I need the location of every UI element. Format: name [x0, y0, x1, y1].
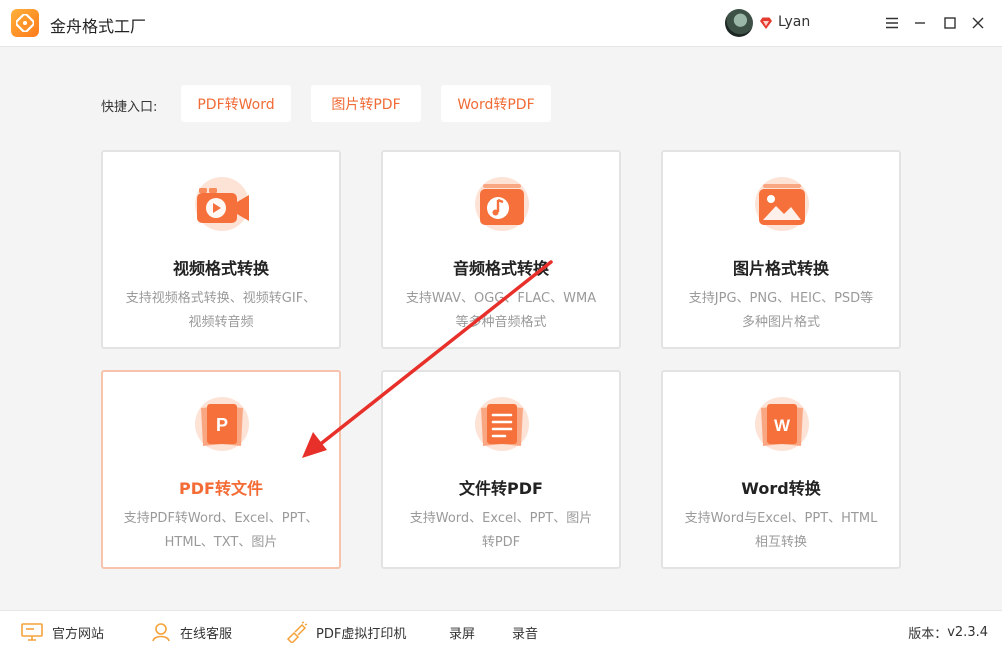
card-word-convert[interactable]: W Word转换 支持Word与Excel、PPT、HTML 相互转换 — [661, 370, 901, 569]
footer-bar: 官方网站 在线客服 PDF虚拟打印机 录屏 录音 版本： v2.3.4 — [0, 610, 1002, 652]
audio-record-link[interactable]: 录音 — [512, 611, 538, 652]
quick-entry-label: 快捷入口: — [101, 100, 158, 115]
card-pdf-to-file[interactable]: P PDF转文件 支持PDF转Word、Excel、PPT、 HTML、TXT、图… — [101, 370, 341, 569]
document-icon — [475, 397, 529, 451]
avatar[interactable] — [725, 9, 753, 37]
online-support-link[interactable]: 在线客服 — [150, 611, 232, 652]
card-description: 支持Word与Excel、PPT、HTML 相互转换 — [684, 511, 878, 550]
title-bar: 金舟格式工厂 Lyan — [0, 0, 1002, 47]
card-description: 支持视频格式转换、视频转GIF、 视频转音频 — [125, 291, 317, 330]
card-title: Word转换 — [741, 479, 821, 498]
pdf-virtual-printer-link[interactable]: PDF虚拟打印机 — [284, 611, 406, 652]
quick-image-to-pdf-button[interactable]: 图片转PDF — [311, 85, 421, 122]
close-icon — [972, 17, 984, 29]
version-info: 版本： v2.3.4 — [908, 624, 988, 642]
card-description: 支持PDF转Word、Excel、PPT、 HTML、TXT、图片 — [123, 511, 319, 550]
svg-text:W: W — [774, 416, 791, 435]
card-audio-convert[interactable]: 音频格式转换 支持WAV、OGG、FLAC、WMA 等多种音频格式 — [381, 150, 621, 349]
card-file-to-pdf[interactable]: 文件转PDF 支持Word、Excel、PPT、图片 转PDF — [381, 370, 621, 569]
monitor-icon — [21, 623, 43, 641]
card-image-convert[interactable]: 图片格式转换 支持JPG、PNG、HEIC、PSD等 多种图片格式 — [661, 150, 901, 349]
card-title: PDF转文件 — [179, 479, 263, 498]
card-title: 图片格式转换 — [732, 259, 829, 278]
card-title: 视频格式转换 — [172, 259, 269, 278]
app-logo-icon — [11, 9, 39, 37]
card-description: 支持WAV、OGG、FLAC、WMA 等多种音频格式 — [405, 291, 597, 330]
maximize-button[interactable] — [939, 12, 961, 34]
card-description: 支持JPG、PNG、HEIC、PSD等 多种图片格式 — [688, 291, 874, 330]
maximize-icon — [944, 17, 956, 29]
quick-pdf-to-word-button[interactable]: PDF转Word — [181, 85, 291, 122]
word-w-icon: W — [755, 397, 809, 451]
minimize-icon — [915, 22, 925, 24]
screen-record-link[interactable]: 录屏 — [449, 611, 475, 652]
printer-brush-icon — [286, 621, 308, 643]
card-title: 音频格式转换 — [452, 259, 549, 278]
card-description: 支持Word、Excel、PPT、图片 转PDF — [409, 511, 593, 550]
close-button[interactable] — [967, 12, 989, 34]
user-support-icon — [152, 623, 170, 642]
image-icon — [755, 177, 809, 231]
vip-diamond-icon — [760, 17, 772, 29]
svg-text:P: P — [216, 415, 228, 435]
minimize-button[interactable] — [909, 12, 931, 34]
menu-button[interactable] — [881, 12, 903, 34]
card-title: 文件转PDF — [459, 479, 543, 498]
pdf-p-icon: P — [195, 397, 249, 451]
video-icon — [195, 177, 249, 231]
quick-word-to-pdf-button[interactable]: Word转PDF — [441, 85, 551, 122]
music-icon — [475, 177, 529, 231]
app-title: 金舟格式工厂 — [50, 17, 147, 36]
username[interactable]: Lyan — [778, 14, 810, 30]
official-website-link[interactable]: 官方网站 — [20, 611, 104, 652]
menu-icon — [886, 17, 898, 29]
card-video-convert[interactable]: 视频格式转换 支持视频格式转换、视频转GIF、 视频转音频 — [101, 150, 341, 349]
